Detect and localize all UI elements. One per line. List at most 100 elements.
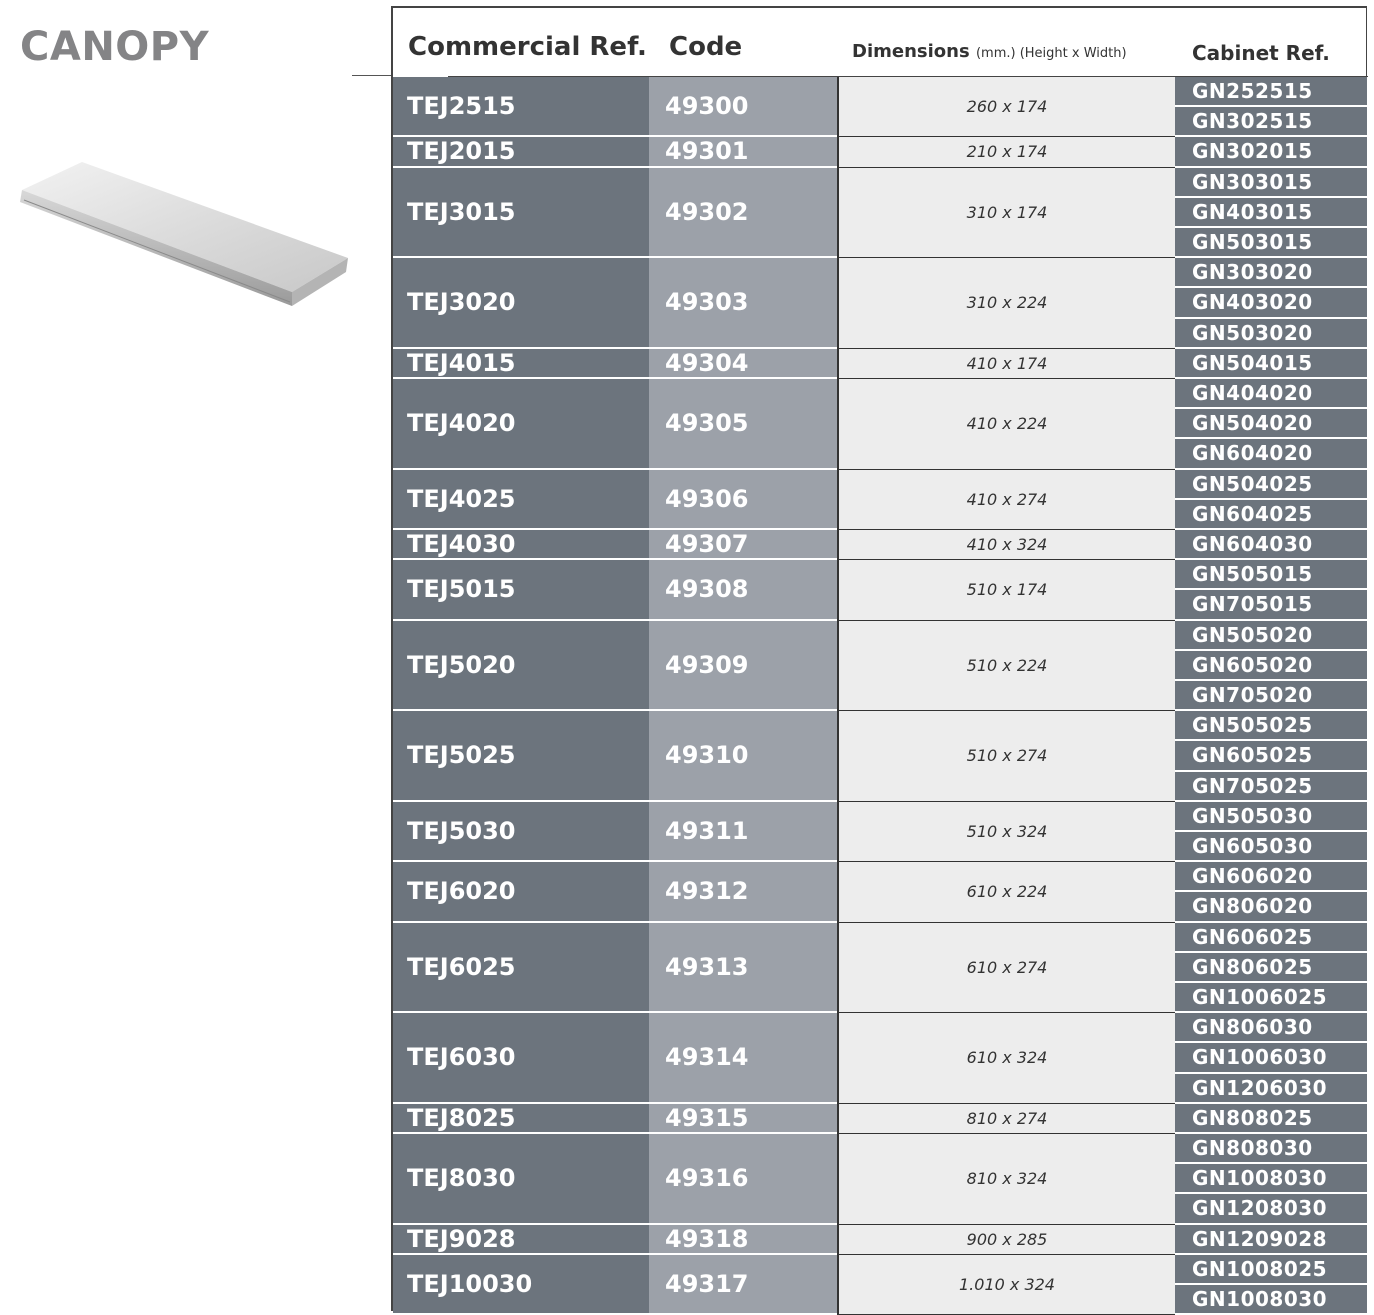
header-cabinet-ref: Cabinet Ref. — [1192, 41, 1330, 65]
commercial-ref-cell: TEJ6025 — [393, 922, 649, 1014]
code-cell: 49317 — [649, 1254, 837, 1315]
dimensions-cell: 510 x 324 — [837, 801, 1175, 863]
cabinet-ref-cell: GN808025 — [1175, 1103, 1367, 1134]
commercial-ref-cell: TEJ8025 — [393, 1103, 649, 1134]
dimensions-cell: 900 x 285 — [837, 1224, 1175, 1255]
cabinet-ref-item: GN1206030 — [1175, 1073, 1367, 1104]
cabinet-ref-item: GN404020 — [1175, 379, 1367, 410]
canopy-product-image — [20, 162, 348, 306]
cabinet-ref-item: GN705015 — [1175, 590, 1367, 621]
commercial-ref-cell: TEJ5020 — [393, 620, 649, 712]
table-row: TEJ6025 49313 610 x 274 GN606025 GN806025 GN1… — [393, 922, 1367, 1014]
code-cell: 49309 — [649, 620, 837, 712]
table-row: TEJ5025 49310 510 x 274 GN505025 GN605025 GN7… — [393, 711, 1367, 802]
cabinet-ref-cell: GN404020 GN504020 GN604020 — [1175, 379, 1367, 470]
code-cell: 49307 — [649, 530, 837, 561]
code-cell: 49308 — [649, 560, 837, 621]
table-row: TEJ3020 49303 310 x 224 GN303020 GN403020 GN5… — [393, 258, 1367, 349]
cabinet-ref-item: GN806025 — [1175, 952, 1367, 983]
cabinet-ref-cell: GN505015 GN705015 — [1175, 560, 1367, 621]
canopy-table: TEJ2515 49300 260 x 174 GN252515 GN302515 TEJ… — [393, 77, 1367, 1315]
dimensions-cell: 410 x 224 — [837, 379, 1175, 470]
cabinet-ref-cell: GN806030 GN1006030 GN1206030 — [1175, 1013, 1367, 1104]
cabinet-ref-cell: GN252515 GN302515 — [1175, 77, 1367, 138]
cabinet-ref-item: GN1006025 — [1175, 982, 1367, 1014]
cabinet-ref-cell: GN808030 GN1008030 GN1208030 — [1175, 1134, 1367, 1225]
header-commercial-ref: Commercial Ref. — [408, 32, 647, 62]
cabinet-ref-item: GN505030 — [1175, 801, 1367, 832]
commercial-ref-cell: TEJ3015 — [393, 167, 649, 259]
cabinet-ref-cell: GN303020 GN403020 GN503020 — [1175, 258, 1367, 349]
dimensions-cell: 310 x 224 — [837, 258, 1175, 349]
code-cell: 49301 — [649, 137, 837, 168]
commercial-ref-cell: TEJ3020 — [393, 258, 649, 349]
dimensions-cell: 1.010 x 324 — [837, 1254, 1175, 1315]
table-row: TEJ4025 49306 410 x 274 GN504025 GN604025 — [393, 469, 1367, 530]
dimensions-cell: 510 x 274 — [837, 711, 1175, 802]
dimensions-cell: 260 x 174 — [837, 77, 1175, 138]
table-row: TEJ6030 49314 610 x 324 GN806030 GN1006030 GN… — [393, 1013, 1367, 1104]
commercial-ref-cell: TEJ4030 — [393, 530, 649, 561]
cabinet-ref-item: GN606020 — [1175, 862, 1367, 893]
cabinet-ref-item: GN705020 — [1175, 680, 1367, 712]
cabinet-ref-item: GN303015 — [1175, 167, 1367, 198]
cabinet-ref-item: GN252515 — [1175, 77, 1367, 108]
commercial-ref-cell: TEJ2015 — [393, 137, 649, 168]
cabinet-ref-item: GN503020 — [1175, 318, 1367, 349]
code-cell: 49312 — [649, 862, 837, 923]
cabinet-ref-item: GN806020 — [1175, 892, 1367, 923]
cabinet-ref-cell: GN606020 GN806020 — [1175, 862, 1367, 923]
cabinet-ref-cell: GN504025 GN604025 — [1175, 469, 1367, 530]
commercial-ref-cell: TEJ4020 — [393, 379, 649, 470]
cabinet-ref-item: GN1008030 — [1175, 1284, 1367, 1315]
cabinet-ref-cell: GN504015 — [1175, 348, 1367, 379]
cabinet-ref-item: GN605020 — [1175, 650, 1367, 681]
table-row: TEJ9028 49318 900 x 285 GN1209028 — [393, 1224, 1367, 1255]
cabinet-ref-cell: GN606025 GN806025 GN1006025 — [1175, 922, 1367, 1014]
cabinet-ref-item: GN303020 — [1175, 258, 1367, 289]
cabinet-ref-cell: GN303015 GN403015 GN503015 — [1175, 167, 1367, 259]
cabinet-ref-cell: GN505030 GN605030 — [1175, 801, 1367, 863]
code-cell: 49304 — [649, 348, 837, 379]
table-row: TEJ6020 49312 610 x 224 GN606020 GN806020 — [393, 862, 1367, 923]
cabinet-ref-item: GN605030 — [1175, 831, 1367, 863]
dimensions-cell: 510 x 224 — [837, 620, 1175, 712]
cabinet-ref-item: GN605025 — [1175, 741, 1367, 772]
commercial-ref-cell: TEJ4025 — [393, 469, 649, 530]
commercial-ref-cell: TEJ9028 — [393, 1224, 649, 1255]
commercial-ref-cell: TEJ6020 — [393, 862, 649, 923]
commercial-ref-cell: TEJ5015 — [393, 560, 649, 621]
commercial-ref-cell: TEJ8030 — [393, 1134, 649, 1225]
table-row: TEJ5020 49309 510 x 224 GN505020 GN605020 GN7… — [393, 620, 1367, 712]
dimensions-cell: 410 x 174 — [837, 348, 1175, 379]
cabinet-ref-item: GN302515 — [1175, 107, 1367, 138]
table-row: TEJ4030 49307 410 x 324 GN604030 — [393, 530, 1367, 561]
cabinet-ref-item: GN403015 — [1175, 197, 1367, 228]
table-header: Commercial Ref. Code Dimensions (mm.) (H… — [391, 8, 1367, 77]
cabinet-ref-cell: GN505020 GN605020 GN705020 — [1175, 620, 1367, 712]
code-cell: 49303 — [649, 258, 837, 349]
dimensions-cell: 610 x 274 — [837, 922, 1175, 1014]
cabinet-ref-item: GN604030 — [1175, 530, 1367, 561]
code-cell: 49314 — [649, 1013, 837, 1104]
cabinet-ref-item: GN302015 — [1175, 137, 1367, 168]
cabinet-ref-item: GN606025 — [1175, 922, 1367, 953]
code-cell: 49316 — [649, 1134, 837, 1225]
code-cell: 49305 — [649, 379, 837, 470]
dimensions-cell: 510 x 174 — [837, 560, 1175, 621]
cabinet-ref-item: GN1208030 — [1175, 1194, 1367, 1225]
cabinet-ref-item: GN808025 — [1175, 1103, 1367, 1134]
header-code: Code — [669, 32, 743, 62]
commercial-ref-cell: TEJ10030 — [393, 1254, 649, 1315]
cabinet-ref-cell: GN1008025 GN1008030 — [1175, 1254, 1367, 1315]
table-row: TEJ2515 49300 260 x 174 GN252515 GN302515 — [393, 77, 1367, 138]
dimensions-cell: 610 x 324 — [837, 1013, 1175, 1104]
cabinet-ref-item: GN1008030 — [1175, 1164, 1367, 1195]
commercial-ref-cell: TEJ6030 — [393, 1013, 649, 1104]
cabinet-ref-item: GN604020 — [1175, 439, 1367, 470]
cabinet-ref-cell: GN302015 — [1175, 137, 1367, 168]
dimensions-cell: 410 x 274 — [837, 469, 1175, 530]
code-cell: 49318 — [649, 1224, 837, 1255]
cabinet-ref-item: GN403020 — [1175, 288, 1367, 319]
cabinet-ref-item: GN1006030 — [1175, 1043, 1367, 1074]
